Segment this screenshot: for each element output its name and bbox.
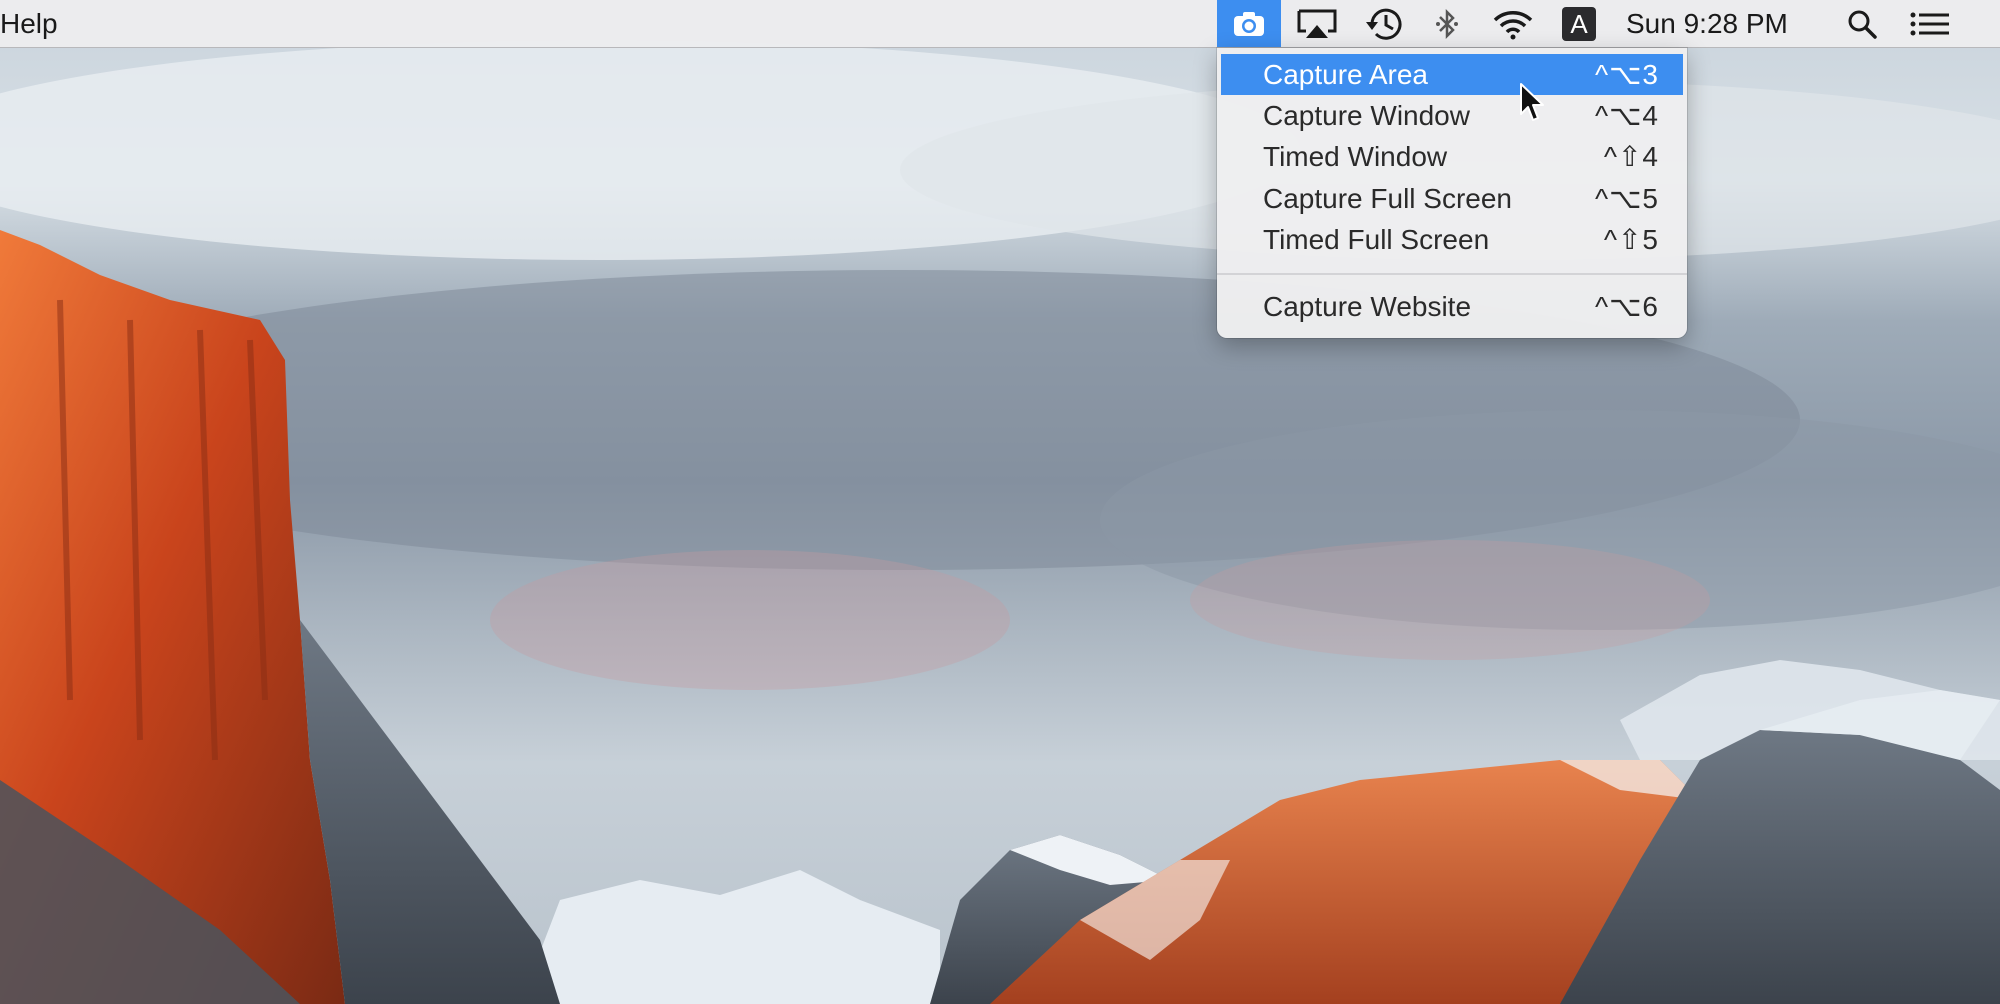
time-machine-icon[interactable]	[1362, 0, 1406, 47]
menu-item-shortcut: ^⌥6	[1595, 291, 1659, 322]
wifi-icon[interactable]	[1490, 0, 1536, 47]
menu-item-label: Timed Window	[1263, 141, 1448, 172]
capture-menu: Capture Area ^⌥3 Capture Window ^⌥4 Time…	[1217, 48, 1687, 338]
menu-item-shortcut: ^⌥4	[1595, 100, 1659, 131]
menu-item-label: Timed Full Screen	[1263, 224, 1490, 255]
menu-separator	[1217, 273, 1687, 275]
menu-item-shortcut: ^⌥3	[1595, 59, 1659, 90]
menu-item-capture-full-screen[interactable]: Capture Full Screen ^⌥5	[1217, 178, 1687, 219]
bluetooth-icon[interactable]	[1432, 0, 1462, 47]
menu-item-capture-website[interactable]: Capture Website ^⌥6	[1217, 286, 1687, 327]
menu-item-shortcut: ^⇧5	[1603, 224, 1659, 255]
airplay-icon[interactable]	[1294, 0, 1340, 47]
help-menu[interactable]: Help	[0, 0, 58, 47]
input-source-letter: A	[1562, 6, 1596, 41]
notification-center-icon[interactable]	[1908, 0, 1952, 47]
menu-item-label: Capture Window	[1263, 100, 1470, 131]
spotlight-icon[interactable]	[1844, 0, 1880, 47]
clock[interactable]: Sun 9:28 PM	[1626, 0, 1788, 47]
menu-item-timed-full-screen[interactable]: Timed Full Screen ^⇧5	[1217, 219, 1687, 260]
mouse-pointer-icon	[1519, 82, 1545, 129]
wallpaper-landscape	[0, 40, 2000, 1004]
camera-icon[interactable]	[1217, 0, 1281, 47]
desktop-wallpaper	[0, 0, 2000, 1004]
input-source-icon[interactable]: A	[1561, 0, 1597, 47]
menu-item-shortcut: ^⇧4	[1603, 141, 1659, 172]
menu-item-label: Capture Area	[1263, 59, 1428, 90]
menu-item-timed-window[interactable]: Timed Window ^⇧4	[1217, 136, 1687, 177]
menu-item-shortcut: ^⌥5	[1595, 183, 1659, 214]
menu-item-label: Capture Website	[1263, 291, 1472, 322]
menu-item-capture-area[interactable]: Capture Area ^⌥3	[1221, 54, 1683, 95]
menu-item-capture-window[interactable]: Capture Window ^⌥4	[1217, 95, 1687, 136]
menu-item-label: Capture Full Screen	[1263, 183, 1513, 214]
menu-bar: Help A Sun 9:28 PM	[0, 0, 2000, 48]
